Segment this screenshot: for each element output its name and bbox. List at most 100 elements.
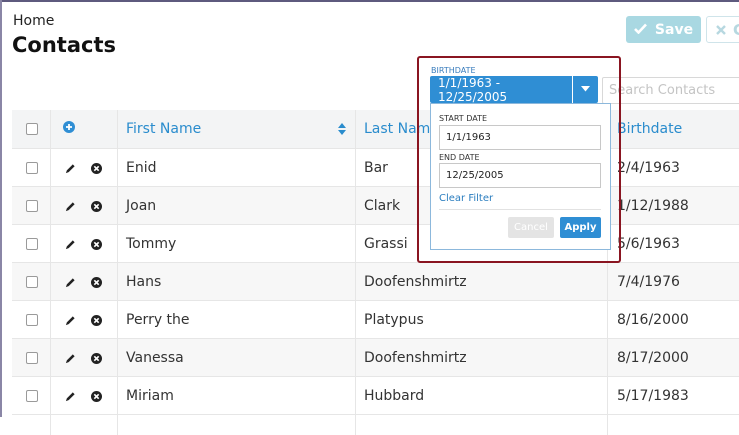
- birthdate-cell: 8/17/2000: [617, 350, 689, 366]
- row-checkbox[interactable]: [26, 200, 38, 212]
- column-divider: [607, 377, 608, 415]
- row-select-cell: [26, 301, 38, 339]
- row-checkbox[interactable]: [26, 162, 38, 174]
- column-divider: [117, 149, 118, 187]
- cancel-button[interactable]: C: [706, 16, 739, 43]
- search-input[interactable]: [602, 77, 739, 104]
- column-divider: [607, 339, 608, 377]
- birthdate-cell: 7/4/1976: [617, 274, 680, 290]
- table-row: Perry the Platypus 8/16/2000: [12, 300, 739, 339]
- row-checkbox[interactable]: [26, 314, 38, 326]
- window-left-border: [0, 0, 2, 417]
- column-divider: [355, 225, 356, 263]
- select-all-checkbox[interactable]: [26, 123, 38, 135]
- birthdate-cell: 5/17/1983: [617, 388, 689, 404]
- column-divider: [355, 415, 356, 435]
- first-name-cell: Enid: [126, 160, 157, 176]
- column-divider: [607, 263, 608, 301]
- column-divider: [50, 110, 51, 148]
- column-divider: [50, 377, 51, 415]
- page-title: Contacts: [12, 33, 116, 57]
- last-name-cell: Hubbard: [364, 388, 425, 404]
- column-divider: [117, 110, 118, 148]
- delete-icon[interactable]: [91, 225, 102, 263]
- last-name-cell: Grassi: [364, 236, 408, 252]
- table-row: Hans Doofenshmirtz 7/4/1976: [12, 262, 739, 301]
- column-divider: [607, 301, 608, 339]
- pencil-icon[interactable]: [65, 187, 76, 225]
- column-divider: [355, 187, 356, 225]
- column-divider: [355, 377, 356, 415]
- column-divider: [117, 187, 118, 225]
- column-divider: [117, 225, 118, 263]
- save-button[interactable]: Save: [626, 16, 701, 43]
- cancel-label: C: [733, 20, 739, 39]
- pencil-icon[interactable]: [65, 149, 76, 187]
- row-checkbox[interactable]: [26, 276, 38, 288]
- first-name-cell: Hans: [126, 274, 162, 290]
- delete-icon[interactable]: [91, 339, 102, 377]
- last-name-cell: Doofenshmirtz: [364, 274, 467, 290]
- sort-icon[interactable]: [338, 110, 346, 148]
- column-header-first-name[interactable]: First Name: [126, 110, 201, 148]
- add-contact-cell: [63, 110, 75, 148]
- row-select-cell: [26, 225, 38, 263]
- last-name-cell: Bar: [364, 160, 388, 176]
- first-name-cell: Miriam: [126, 388, 174, 404]
- window-top-border: [0, 0, 739, 2]
- delete-icon[interactable]: [91, 149, 102, 187]
- row-checkbox[interactable]: [26, 390, 38, 402]
- column-divider: [355, 339, 356, 377]
- table-row: Miriam Hubbard 5/17/1983: [12, 376, 739, 415]
- pencil-icon[interactable]: [65, 263, 76, 301]
- birthdate-cell: 1/12/1988: [617, 198, 689, 214]
- save-label: Save: [654, 21, 694, 38]
- table-row: Joan Clark 1/12/1988: [12, 186, 739, 225]
- column-divider: [117, 301, 118, 339]
- table-header-row: First Name Last Name Birthdate: [12, 110, 739, 148]
- pencil-icon[interactable]: [65, 301, 76, 339]
- first-name-cell: Perry the: [126, 312, 190, 328]
- pencil-icon[interactable]: [65, 339, 76, 377]
- select-all-cell: [26, 110, 38, 148]
- first-name-cell: Joan: [126, 198, 157, 214]
- pencil-icon[interactable]: [65, 377, 76, 415]
- row-checkbox[interactable]: [26, 238, 38, 250]
- breadcrumb[interactable]: Home: [13, 13, 54, 29]
- birthdate-cell: 2/4/1963: [617, 160, 680, 176]
- check-icon: [634, 22, 647, 38]
- column-divider: [50, 301, 51, 339]
- last-name-cell: Clark: [364, 198, 401, 214]
- column-divider: [355, 110, 356, 148]
- first-name-cell: Vanessa: [126, 350, 184, 366]
- column-divider: [50, 187, 51, 225]
- table-row-partial: [12, 414, 739, 435]
- column-divider: [355, 149, 356, 187]
- column-divider: [607, 415, 608, 435]
- row-checkbox[interactable]: [26, 352, 38, 364]
- column-divider: [117, 415, 118, 435]
- delete-icon[interactable]: [91, 301, 102, 339]
- column-divider: [50, 149, 51, 187]
- pencil-icon[interactable]: [65, 225, 76, 263]
- plus-circle-icon[interactable]: [63, 121, 75, 137]
- column-divider: [117, 377, 118, 415]
- column-divider: [50, 339, 51, 377]
- birthdate-cell: 5/6/1963: [617, 236, 680, 252]
- table-row: Enid Bar 2/4/1963: [12, 148, 739, 187]
- row-select-cell: [26, 377, 38, 415]
- last-name-cell: Platypus: [364, 312, 424, 328]
- column-divider: [50, 263, 51, 301]
- first-name-cell: Tommy: [126, 236, 177, 252]
- column-header-birthdate[interactable]: Birthdate: [617, 110, 682, 148]
- column-divider: [50, 415, 51, 435]
- table-row: Tommy Grassi 5/6/1963: [12, 224, 739, 263]
- column-divider: [355, 263, 356, 301]
- birthdate-cell: 8/16/2000: [617, 312, 689, 328]
- column-divider: [355, 301, 356, 339]
- delete-icon[interactable]: [91, 263, 102, 301]
- row-select-cell: [26, 149, 38, 187]
- delete-icon[interactable]: [91, 377, 102, 415]
- table-row: Vanessa Doofenshmirtz 8/17/2000: [12, 338, 739, 377]
- delete-icon[interactable]: [91, 187, 102, 225]
